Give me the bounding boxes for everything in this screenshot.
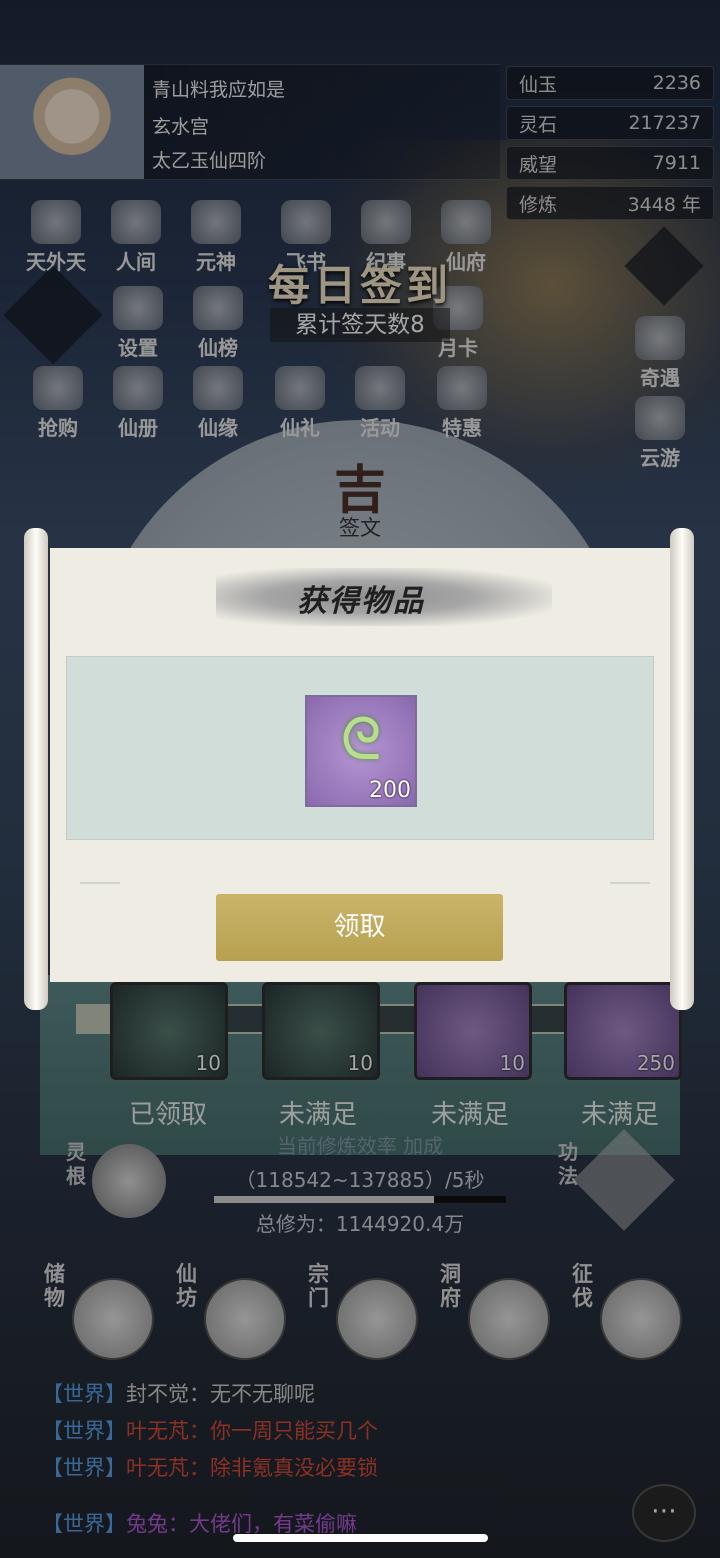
cloud-ornament-right: [610, 882, 650, 884]
scroll-rod-left: [24, 528, 48, 1010]
item-count: 200: [369, 778, 411, 803]
jade-ornament-icon: ᘓ: [340, 705, 382, 773]
claim-button[interactable]: 领取: [216, 894, 503, 961]
dialog-title: 获得物品: [297, 584, 425, 619]
reward-item[interactable]: ᘓ 200: [305, 695, 417, 807]
scroll-rod-right: [670, 528, 694, 1010]
cloud-ornament-left: [80, 882, 120, 884]
home-indicator[interactable]: [233, 1534, 488, 1542]
